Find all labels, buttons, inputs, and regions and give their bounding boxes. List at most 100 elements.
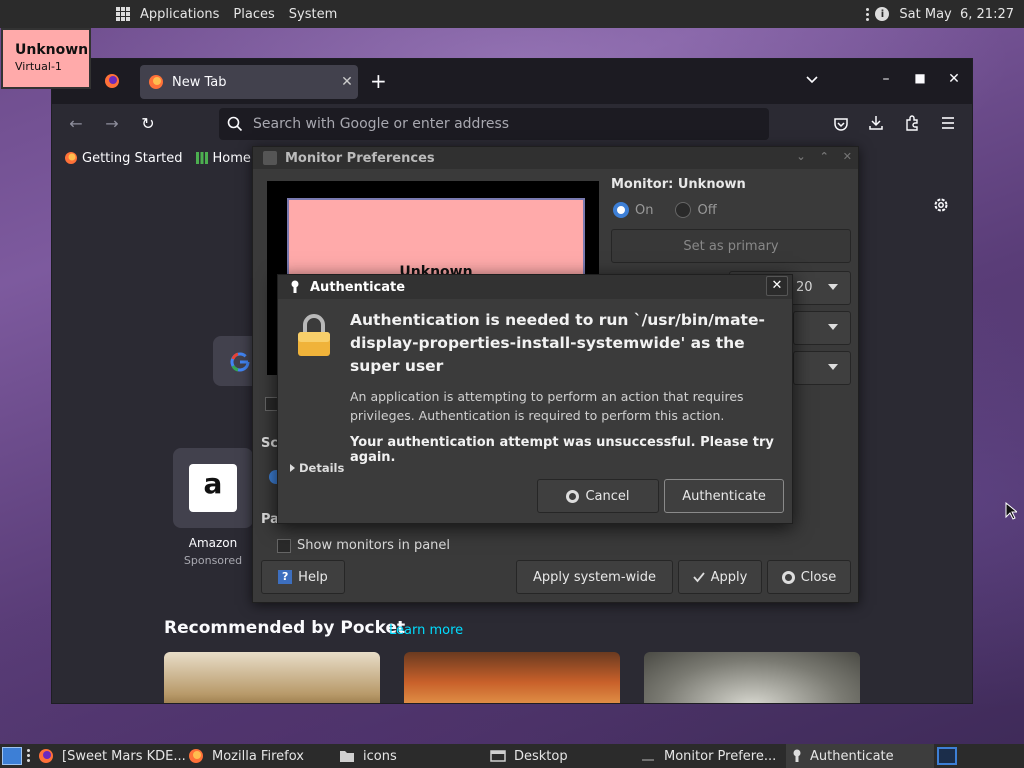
authenticate-dialog: Authenticate ✕ Authentication is needed … bbox=[277, 274, 793, 524]
search-icon bbox=[227, 116, 243, 132]
close-window-button[interactable]: ✕ bbox=[944, 71, 964, 87]
pocket-card-image[interactable] bbox=[164, 652, 380, 703]
back-arrow-icon[interactable]: ← bbox=[66, 114, 86, 133]
notification-info-icon[interactable]: i bbox=[875, 7, 890, 21]
minimize-button[interactable]: – bbox=[876, 71, 896, 87]
auth-title: Authenticate bbox=[310, 279, 406, 295]
titlebar[interactable]: Monitor Preferences ⌄ ⌃ ✕ bbox=[253, 147, 858, 169]
apply-button[interactable]: Apply bbox=[678, 560, 762, 594]
bookmark-homepage[interactable]: Homep bbox=[195, 151, 259, 166]
maximize-icon[interactable]: ⌃ bbox=[820, 150, 829, 163]
radio-off-label: Off bbox=[697, 202, 717, 218]
cancel-button[interactable]: Cancel bbox=[537, 479, 659, 513]
top-panel: Applications Places System i Sat May 6, … bbox=[0, 0, 1024, 28]
taskbar-label: Desktop bbox=[514, 748, 568, 764]
taskbar-item[interactable]: Desktop bbox=[490, 744, 568, 768]
shortcut-name: Amazon bbox=[188, 536, 238, 550]
menu-system[interactable]: System bbox=[289, 7, 337, 22]
google-icon bbox=[230, 352, 250, 372]
address-bar[interactable]: Search with Google or enter address bbox=[219, 108, 769, 140]
hamburger-menu-icon[interactable] bbox=[940, 116, 956, 130]
details-expander[interactable]: Details bbox=[290, 461, 344, 475]
tab-label: New Tab bbox=[172, 74, 227, 90]
bookmark-getting-started[interactable]: Getting Started bbox=[64, 151, 183, 166]
taskbar-item-active[interactable]: Authenticate bbox=[786, 744, 934, 768]
dropdown-arrow-icon bbox=[828, 364, 838, 370]
taskbar-item[interactable]: Mozilla Firefox bbox=[188, 744, 304, 768]
firefox-icon bbox=[39, 749, 53, 763]
download-icon[interactable] bbox=[868, 115, 884, 131]
address-placeholder: Search with Google or enter address bbox=[253, 116, 510, 132]
refresh-rate-combo[interactable] bbox=[793, 311, 851, 345]
reload-icon[interactable]: ↻ bbox=[138, 114, 158, 133]
window-icon bbox=[490, 750, 506, 762]
monitor-output: Virtual-1 bbox=[15, 60, 62, 73]
shortcut-sponsored: Sponsored bbox=[183, 554, 243, 567]
resolution-value: 20 bbox=[796, 280, 813, 295]
pocket-card-image[interactable] bbox=[644, 652, 860, 703]
dropdown-arrow-icon bbox=[828, 284, 838, 290]
pocket-icon[interactable] bbox=[833, 116, 849, 132]
shortcut-amazon[interactable]: a bbox=[173, 448, 253, 528]
radio-off[interactable]: Off bbox=[675, 202, 717, 218]
taskbar-label: icons bbox=[363, 748, 397, 764]
close-icon[interactable]: ✕ bbox=[766, 276, 788, 296]
expander-arrow-icon bbox=[290, 464, 295, 472]
cancel-circle-icon bbox=[566, 489, 580, 503]
help-label: Help bbox=[298, 569, 328, 585]
pocket-learn-more-link[interactable]: Learn more bbox=[389, 623, 463, 638]
amazon-logo-icon: a bbox=[189, 464, 237, 512]
help-icon: ? bbox=[278, 570, 293, 584]
monitor-name: Unknown bbox=[15, 42, 89, 58]
show-monitors-in-panel-checkbox[interactable]: Show monitors in panel bbox=[277, 538, 450, 553]
tray-menu-icon[interactable] bbox=[866, 7, 870, 21]
radio-unselected-icon bbox=[675, 202, 692, 218]
apply-system-wide-button[interactable]: Apply system-wide bbox=[516, 560, 673, 594]
taskbar-label: Monitor Prefere... bbox=[664, 748, 777, 764]
workspace-switcher-icon[interactable] bbox=[937, 747, 957, 765]
taskbar-item[interactable]: [Sweet Mars KDE... bbox=[38, 744, 186, 768]
checkmark-icon bbox=[692, 572, 705, 583]
menu-applications[interactable]: Applications bbox=[140, 7, 219, 22]
bottom-panel: [Sweet Mars KDE... Mozilla Firefox icons… bbox=[0, 744, 1024, 768]
radio-on[interactable]: On bbox=[613, 202, 653, 218]
checkbox-label: Show monitors in panel bbox=[297, 538, 451, 553]
chevron-down-icon[interactable] bbox=[805, 73, 819, 87]
new-tab-button[interactable]: + bbox=[370, 71, 387, 91]
pocket-heading: Recommended by Pocket bbox=[164, 618, 406, 638]
gear-icon[interactable] bbox=[932, 196, 950, 214]
tab-new-tab[interactable]: New Tab ✕ bbox=[140, 65, 358, 99]
auth-titlebar[interactable]: Authenticate ✕ bbox=[278, 275, 792, 299]
help-button[interactable]: ? Help bbox=[261, 560, 345, 594]
taskbar-item[interactable]: Monitor Prefere... bbox=[640, 744, 776, 768]
forward-arrow-icon[interactable]: → bbox=[102, 114, 122, 133]
keyhole-icon bbox=[291, 280, 299, 293]
monitor-identifier-label: Unknown Virtual-1 bbox=[1, 28, 91, 89]
clock[interactable]: Sat May 6, 21:27 bbox=[899, 7, 1014, 22]
rotation-combo[interactable] bbox=[793, 351, 851, 385]
auth-description: An application is attempting to perform … bbox=[350, 389, 744, 423]
minimize-icon[interactable]: ⌄ bbox=[796, 150, 805, 163]
dialog-title: Monitor Preferences bbox=[285, 150, 435, 166]
radio-selected-icon bbox=[613, 202, 629, 218]
maximize-button[interactable]: ■ bbox=[910, 71, 930, 85]
checkbox-icon bbox=[277, 538, 291, 553]
menu-places[interactable]: Places bbox=[233, 7, 274, 22]
bars-icon bbox=[195, 152, 208, 164]
navigation-bar: ← → ↻ Search with Google or enter addres… bbox=[52, 104, 972, 144]
firefox-view-icon[interactable] bbox=[104, 73, 120, 89]
authenticate-button[interactable]: Authenticate bbox=[664, 479, 784, 513]
panel-handle-icon[interactable] bbox=[27, 749, 30, 762]
keyhole-icon bbox=[793, 749, 801, 762]
show-desktop-icon[interactable] bbox=[2, 747, 22, 765]
close-circle-icon bbox=[781, 570, 795, 584]
applications-grid-icon[interactable] bbox=[116, 7, 130, 21]
pocket-card-image[interactable] bbox=[404, 652, 620, 703]
set-as-primary-button[interactable]: Set as primary bbox=[611, 229, 851, 263]
close-button[interactable]: Close bbox=[767, 560, 851, 594]
close-icon[interactable]: ✕ bbox=[843, 150, 852, 163]
taskbar-item[interactable]: icons bbox=[339, 744, 397, 768]
close-tab-icon[interactable]: ✕ bbox=[336, 74, 358, 90]
display-icon bbox=[263, 151, 277, 165]
extensions-icon[interactable] bbox=[904, 115, 920, 131]
